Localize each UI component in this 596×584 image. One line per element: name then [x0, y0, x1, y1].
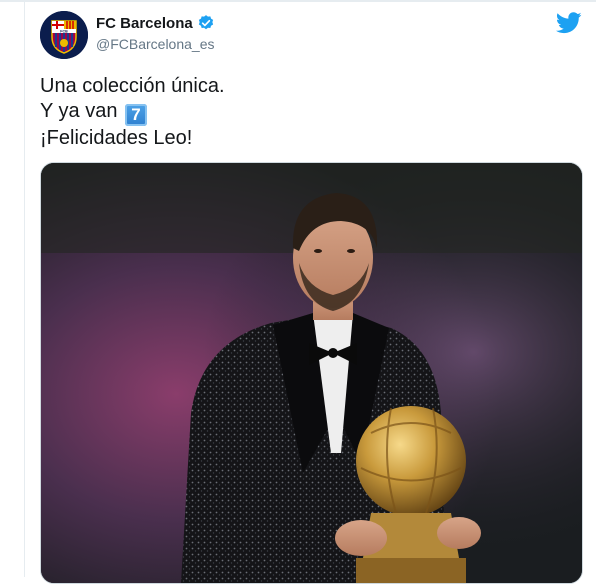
tweet-photo[interactable] — [40, 162, 583, 584]
verified-badge-icon — [198, 15, 213, 30]
tweet-text: Una colección única. Y ya van 7 ¡Felicid… — [40, 74, 580, 151]
avatar[interactable]: FCB — [40, 11, 88, 59]
photo-illustration — [41, 163, 582, 583]
crest-text: FCB — [60, 29, 68, 33]
author-name-row[interactable]: FC Barcelona — [96, 14, 215, 32]
fc-barcelona-crest-icon: FCB — [40, 11, 88, 59]
author-handle[interactable]: @FCBarcelona_es — [96, 36, 215, 52]
tweet-line-2: Y ya van 7 — [40, 99, 580, 126]
tweet-line-1: Una colección única. — [40, 75, 225, 97]
tweet-line-2-text: Y ya van — [40, 100, 124, 122]
twitter-bird-icon[interactable] — [556, 12, 582, 34]
author-display-name[interactable]: FC Barcelona — [96, 15, 193, 32]
tweet-line-3: ¡Felicidades Leo! — [40, 127, 193, 149]
keycap-seven-emoji: 7 — [125, 104, 148, 126]
